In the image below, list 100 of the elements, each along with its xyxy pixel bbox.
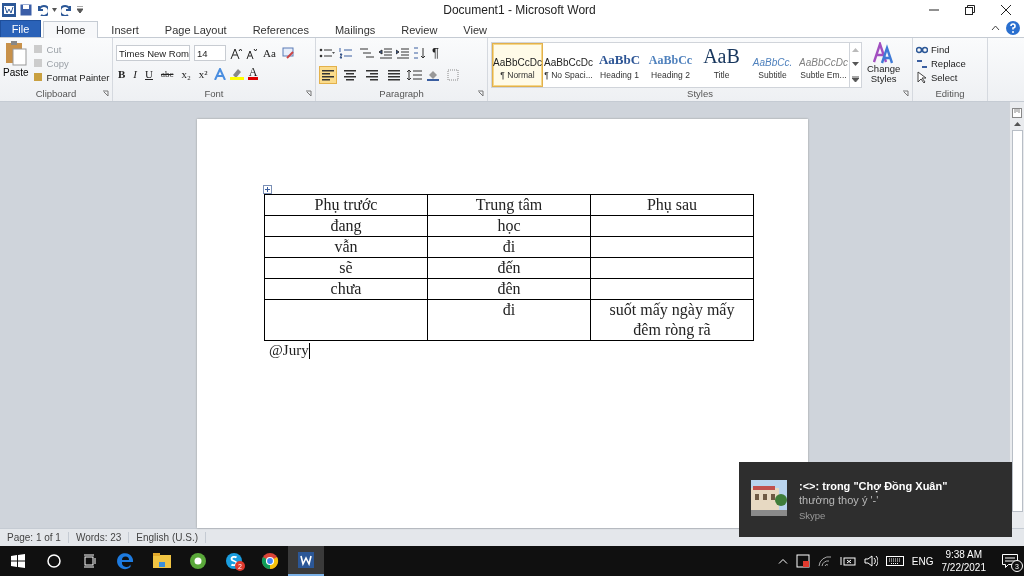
clipboard-button[interactable]: Format Painter [31,71,110,83]
ribbon-tab[interactable]: Review [388,21,451,38]
paste-button[interactable]: Paste [3,40,29,88]
help-icon[interactable] [1006,21,1020,35]
style-swatch[interactable]: AaBbCcDc ¶ Normal [492,43,543,87]
status-text: English (U.S.) [129,532,206,543]
cursor-icon [916,71,928,83]
table-cell: chưa [330,279,362,299]
customize-icon[interactable] [77,6,83,14]
show-hidden-icons-icon[interactable] [777,558,788,564]
change-case-button[interactable]: Aa [261,47,278,59]
ribbon-tab[interactable]: Page Layout [151,21,240,38]
table-cell: học [497,216,521,236]
network-icon[interactable] [839,555,856,567]
clear-formatting-icon[interactable] [281,47,295,59]
format-button[interactable]: x² [196,67,210,80]
dialog-launcher-icon[interactable] [902,90,909,97]
table-cell: vẫn [334,237,358,257]
word-icon[interactable] [2,3,16,17]
wifi-icon[interactable] [817,555,832,567]
vertical-scrollbar[interactable] [1009,102,1024,528]
font-name-field[interactable]: Times New Rom [116,45,190,61]
circle-icon [47,554,61,568]
collapse-ribbon-icon[interactable] [991,25,1000,31]
close-icon[interactable] [1001,5,1011,15]
window-title: Document1 - Microsoft Word [442,3,597,17]
windows-logo-icon [11,554,25,568]
scrollbar-thumb[interactable] [1011,130,1023,512]
highlight-icon[interactable] [229,67,244,80]
font-size-field[interactable]: 14 [194,45,226,61]
change-styles-icon [872,42,895,64]
multilevel-list-icon[interactable] [359,46,375,59]
clock[interactable]: 9:38 AM 7/22/2021 [941,548,986,574]
dialog-launcher-icon[interactable] [305,90,312,97]
table-cell-text: suốt mấy ngày mấy đêm ròng rã [608,300,736,340]
notification-toast[interactable]: :<>: trong "Chợ Đồng Xuân" thường thoy ý '-' Skype [739,462,1012,537]
grow-font-icon[interactable] [230,47,242,59]
word-taskbar-icon[interactable] [288,546,324,576]
ribbon-tab[interactable]: References [239,21,322,38]
table-move-handle-icon[interactable] [263,185,272,194]
ribbon-tab[interactable]: View [450,21,500,38]
table-header-cell: Trung tâm [475,195,543,215]
ribbon-tab[interactable]: Home [43,21,99,38]
table-header-cell: Phụ trước [314,195,378,215]
align-button[interactable] [319,66,337,84]
table-cell: đến [497,258,521,278]
body-text: @Jury [269,342,309,359]
change-styles-button[interactable]: Change Styles [865,40,903,88]
more-icon[interactable] [852,76,859,82]
ruler-icon[interactable] [1012,108,1022,118]
file-tab[interactable]: File [0,20,41,37]
redo-icon[interactable] [61,4,73,16]
status-text: Page: 1 of 1 [0,532,69,543]
dialog-launcher-icon[interactable] [477,90,484,97]
table-cell: đên [497,279,521,299]
table-cell: sẽ [339,258,353,278]
format-button[interactable]: B [116,67,128,80]
table-cell: đi [502,237,516,257]
task-view-icon [83,554,97,568]
format-button[interactable]: x₂ [179,67,193,80]
ribbon-tab[interactable]: Mailings [321,21,389,38]
editing-button[interactable]: Replace [916,57,966,69]
dialog-launcher-icon[interactable] [102,90,109,97]
security-icon[interactable] [795,554,810,568]
editing-button[interactable]: Select [916,71,966,83]
editing-button[interactable]: Find [916,43,966,55]
text-effects-icon[interactable] [213,67,226,80]
save-icon[interactable] [20,4,32,16]
notification-app: Skype [799,510,827,521]
keyboard-icon[interactable] [885,555,904,567]
scroll-up-icon[interactable] [1013,122,1021,126]
line-spacing-icon[interactable] [407,69,423,81]
decrease-indent-icon[interactable] [379,46,392,59]
volume-icon[interactable] [863,555,878,567]
shrink-font-icon[interactable] [246,47,257,59]
scroll-down-icon[interactable] [852,62,859,66]
group-label: Editing [935,88,965,99]
font-color-button[interactable]: A [247,67,259,80]
replace-icon [916,57,928,69]
group-label: Font [204,88,224,99]
show-formatting-button[interactable]: ¶ [430,45,441,60]
restore-icon[interactable] [965,5,975,15]
undo-icon[interactable] [36,4,48,16]
text-cursor [308,342,310,359]
format-button[interactable]: U [143,67,155,80]
bullets-icon[interactable] [319,46,335,59]
notification-message: thường thoy ý '-' [799,494,880,506]
numbering-icon[interactable] [339,46,355,59]
status-text: Words: 23 [68,532,130,543]
group-label: Styles [687,88,713,99]
caret-icon[interactable] [52,8,57,12]
sort-icon[interactable] [413,46,426,59]
table-cell: đi [502,300,516,320]
format-button[interactable]: abc [158,68,176,79]
format-button[interactable]: I [131,67,139,80]
language-indicator[interactable]: ENG [911,555,934,567]
action-center-icon[interactable] [1002,554,1018,568]
ribbon-tab[interactable]: Insert [98,21,152,38]
group-label: Clipboard [35,88,77,99]
increase-indent-icon[interactable] [396,46,409,59]
